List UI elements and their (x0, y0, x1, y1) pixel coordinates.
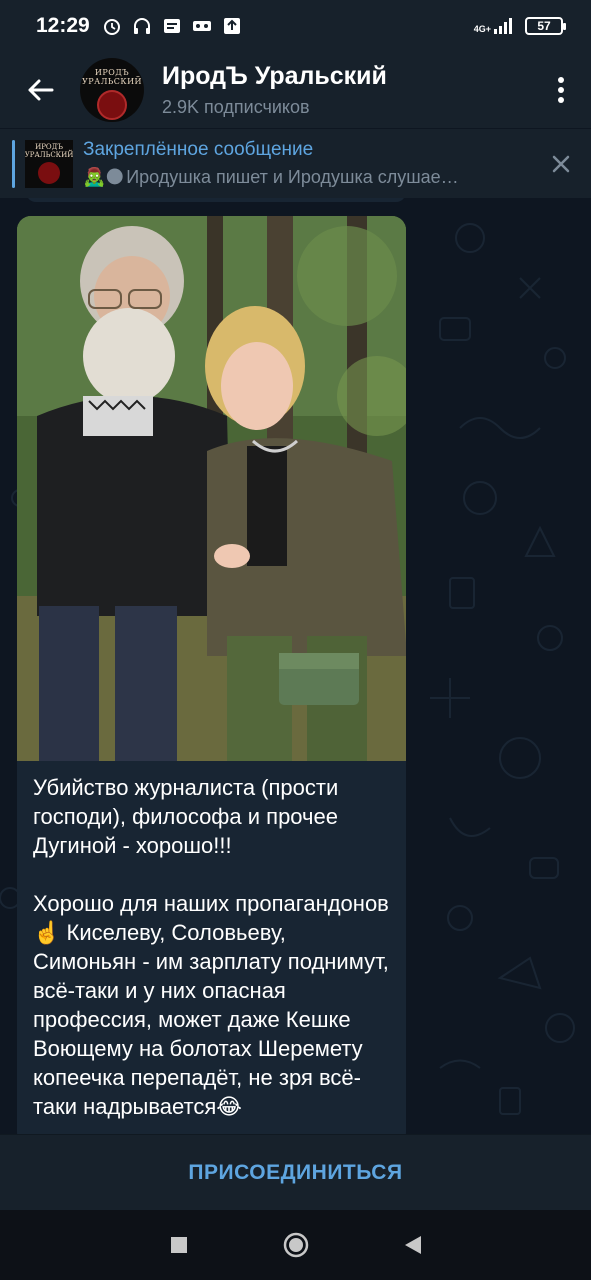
pinned-message-bar[interactable]: ИРОДЪ УРАЛЬСКИЙ Закреплённое сообщение 🧟… (0, 128, 591, 198)
triangle-back-icon (404, 1236, 421, 1254)
arrow-left-icon (28, 79, 54, 101)
thumbnail-emblem (38, 161, 60, 184)
status-bar: 12:29 4G+ 57 (0, 0, 591, 52)
previous-message-bubble (26, 198, 406, 202)
upload-icon (223, 18, 240, 34)
join-bar: ПРИСОЕДИНИТЬСЯ (0, 1134, 591, 1210)
chat-header: ИРОДЪ УРАЛЬСКИЙ ИродЪ Уральский 2.9K под… (0, 52, 591, 128)
nav-home-button[interactable] (276, 1225, 316, 1265)
more-menu-button[interactable] (531, 52, 591, 128)
message-icon (163, 19, 180, 33)
battery-level: 57 (537, 19, 551, 33)
close-icon (552, 155, 570, 172)
status-time: 12:29 (36, 14, 90, 37)
subscriber-count: 2.9K подписчиков (162, 97, 310, 117)
telegram-channel-screen: 12:29 4G+ 57 ИРОДЪ УРАЛЬСКИЙ ИродЪ Ураль… (0, 0, 591, 1280)
post-text: Убийство журналиста (прости господи), фи… (33, 775, 389, 1119)
headphones-icon (133, 18, 150, 34)
back-button[interactable] (0, 52, 80, 128)
post-photo[interactable] (17, 216, 406, 761)
more-vertical-icon (558, 77, 564, 103)
join-channel-button[interactable]: ПРИСОЕДИНИТЬСЯ (188, 1161, 402, 1185)
vr-icon (192, 21, 211, 31)
pinned-title: Закреплённое сообщение (83, 139, 314, 160)
pinned-preview-emoji: 🧟‍♂️🌑 (83, 167, 125, 187)
channel-post[interactable]: Убийство журналиста (прости господи), фи… (17, 216, 406, 1134)
channel-info[interactable]: ИродЪ Уральский 2.9K подписчиков (162, 62, 387, 118)
network-type: 4G+ (473, 24, 491, 34)
alarm-icon (103, 19, 120, 35)
channel-name: ИродЪ Уральский (162, 62, 387, 90)
circle-icon (283, 1232, 308, 1258)
battery-icon: 57 (525, 17, 566, 35)
nav-back-button[interactable] (393, 1225, 433, 1265)
pinned-indicator (12, 139, 15, 188)
square-icon (170, 1237, 187, 1253)
pinned-thumbnail: ИРОДЪ УРАЛЬСКИЙ (25, 139, 73, 188)
signal-icon: 4G+ (474, 18, 515, 34)
thumbnail-logo-text: ИРОДЪ УРАЛЬСКИЙ (25, 142, 73, 159)
chat-area[interactable]: Убийство журналиста (прости господи), фи… (0, 198, 591, 1134)
pinned-preview-text: Иродушка пишет и Иродушка слушае… (126, 167, 459, 187)
nav-recent-apps-button[interactable] (159, 1225, 199, 1265)
channel-avatar[interactable]: ИРОДЪ УРАЛЬСКИЙ (80, 58, 144, 122)
avatar-emblem (97, 90, 127, 120)
photo-content (17, 216, 406, 761)
system-nav-bar (0, 1210, 591, 1280)
pinned-preview: 🧟‍♂️🌑 Иродушка пишет и Иродушка слушае… (83, 167, 523, 188)
avatar-logo-text: ИРОДЪ УРАЛЬСКИЙ (81, 68, 143, 86)
close-pinned-button[interactable] (531, 129, 591, 199)
